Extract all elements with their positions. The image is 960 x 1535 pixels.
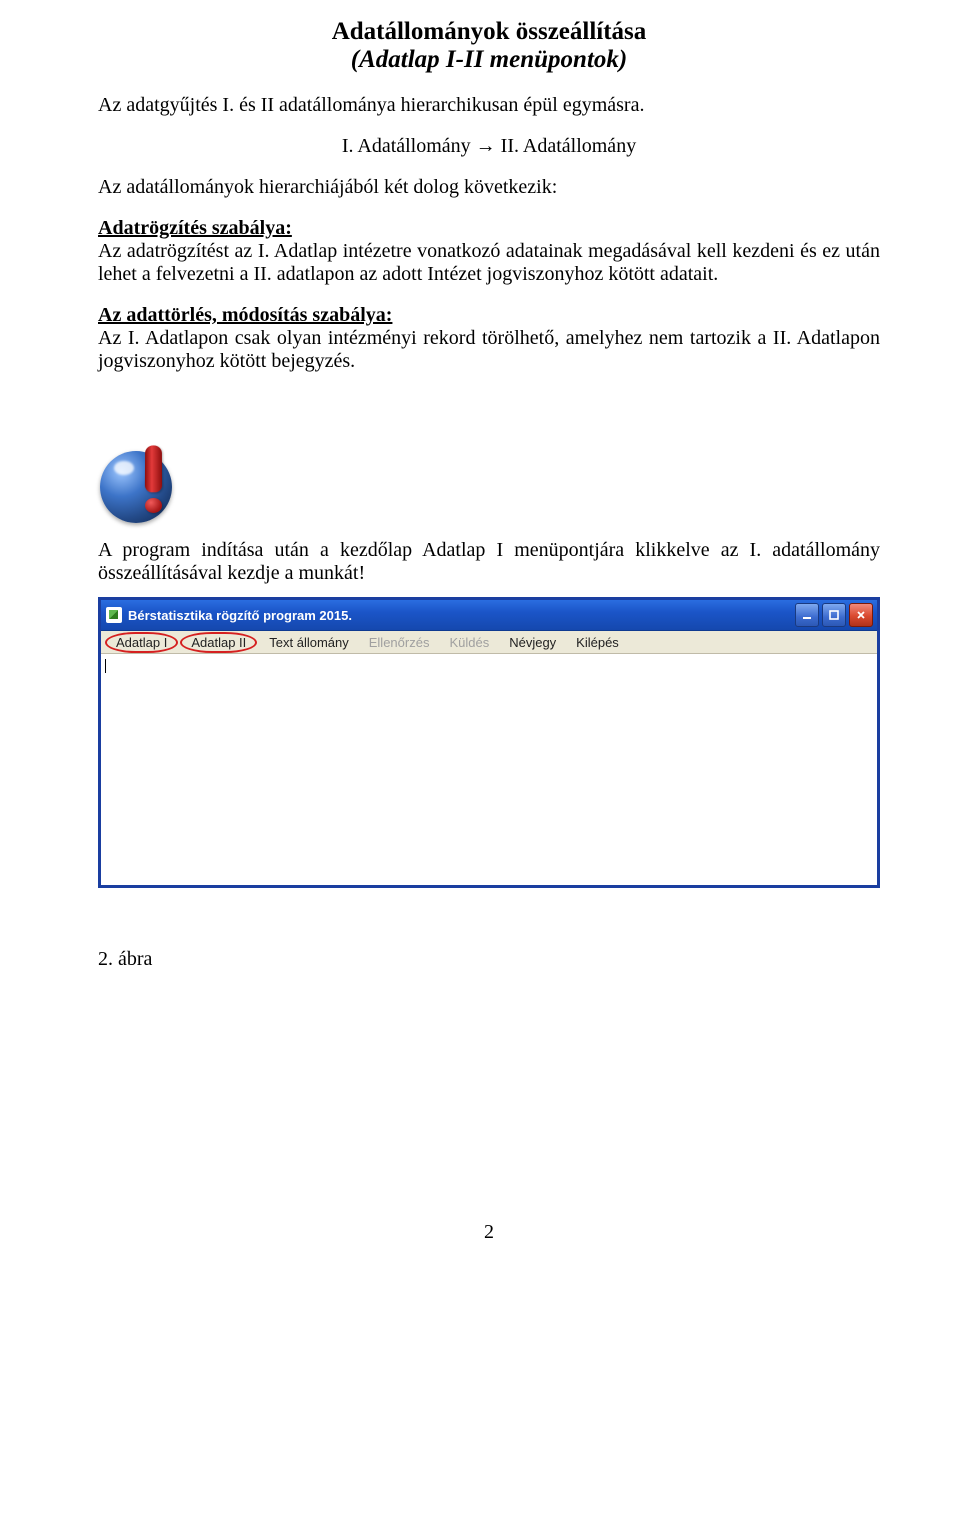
menu-bar: Adatlap I Adatlap II Text állomány Ellen… (101, 631, 877, 654)
menu-kuldes[interactable]: Küldés (439, 633, 499, 652)
text-caret (105, 659, 106, 673)
rule2-body: Az I. Adatlapon csak olyan intézményi re… (98, 327, 880, 373)
page-number: 2 (98, 1221, 880, 1244)
window-titlebar: Bérstatisztika rögzítő program 2015. (101, 600, 877, 631)
rule1-heading: Adatrögzítés szabálya: (98, 217, 292, 239)
attention-icon (98, 443, 182, 527)
chain-paragraph: I. Adatállomány → II. Adatállomány (98, 135, 880, 158)
callout-text: A program indítása után a kezdőlap Adatl… (98, 539, 880, 585)
window-title: Bérstatisztika rögzítő program 2015. (128, 608, 352, 623)
page-subtitle: (Adatlap I-II menüpontok) (98, 46, 880, 74)
menu-adatlap-ii[interactable]: Adatlap II (180, 632, 257, 653)
page-title: Adatállományok összeállítása (98, 18, 880, 46)
hierarchy-lead: Az adatállományok hierarchiájából két do… (98, 176, 880, 199)
minimize-button[interactable] (795, 603, 819, 627)
rule2-heading: Az adattörlés, módosítás szabálya: (98, 304, 392, 326)
app-icon (106, 607, 122, 623)
window-client-area (101, 654, 877, 885)
menu-text-allomany[interactable]: Text állomány (259, 633, 358, 652)
close-button[interactable] (849, 603, 873, 627)
menu-adatlap-i[interactable]: Adatlap I (105, 632, 178, 653)
menu-kilepes[interactable]: Kilépés (566, 633, 629, 652)
app-window-screenshot: Bérstatisztika rögzítő program 2015. Ada… (98, 597, 880, 888)
intro-paragraph: Az adatgyűjtés I. és II adatállománya hi… (98, 94, 880, 117)
maximize-button[interactable] (822, 603, 846, 627)
rule1-body: Az adatrögzítést az I. Adatlap intézetre… (98, 240, 880, 286)
menu-nevjegy[interactable]: Névjegy (499, 633, 566, 652)
menu-ellenorzes[interactable]: Ellenőrzés (359, 633, 440, 652)
figure-caption: 2. ábra (98, 948, 880, 971)
